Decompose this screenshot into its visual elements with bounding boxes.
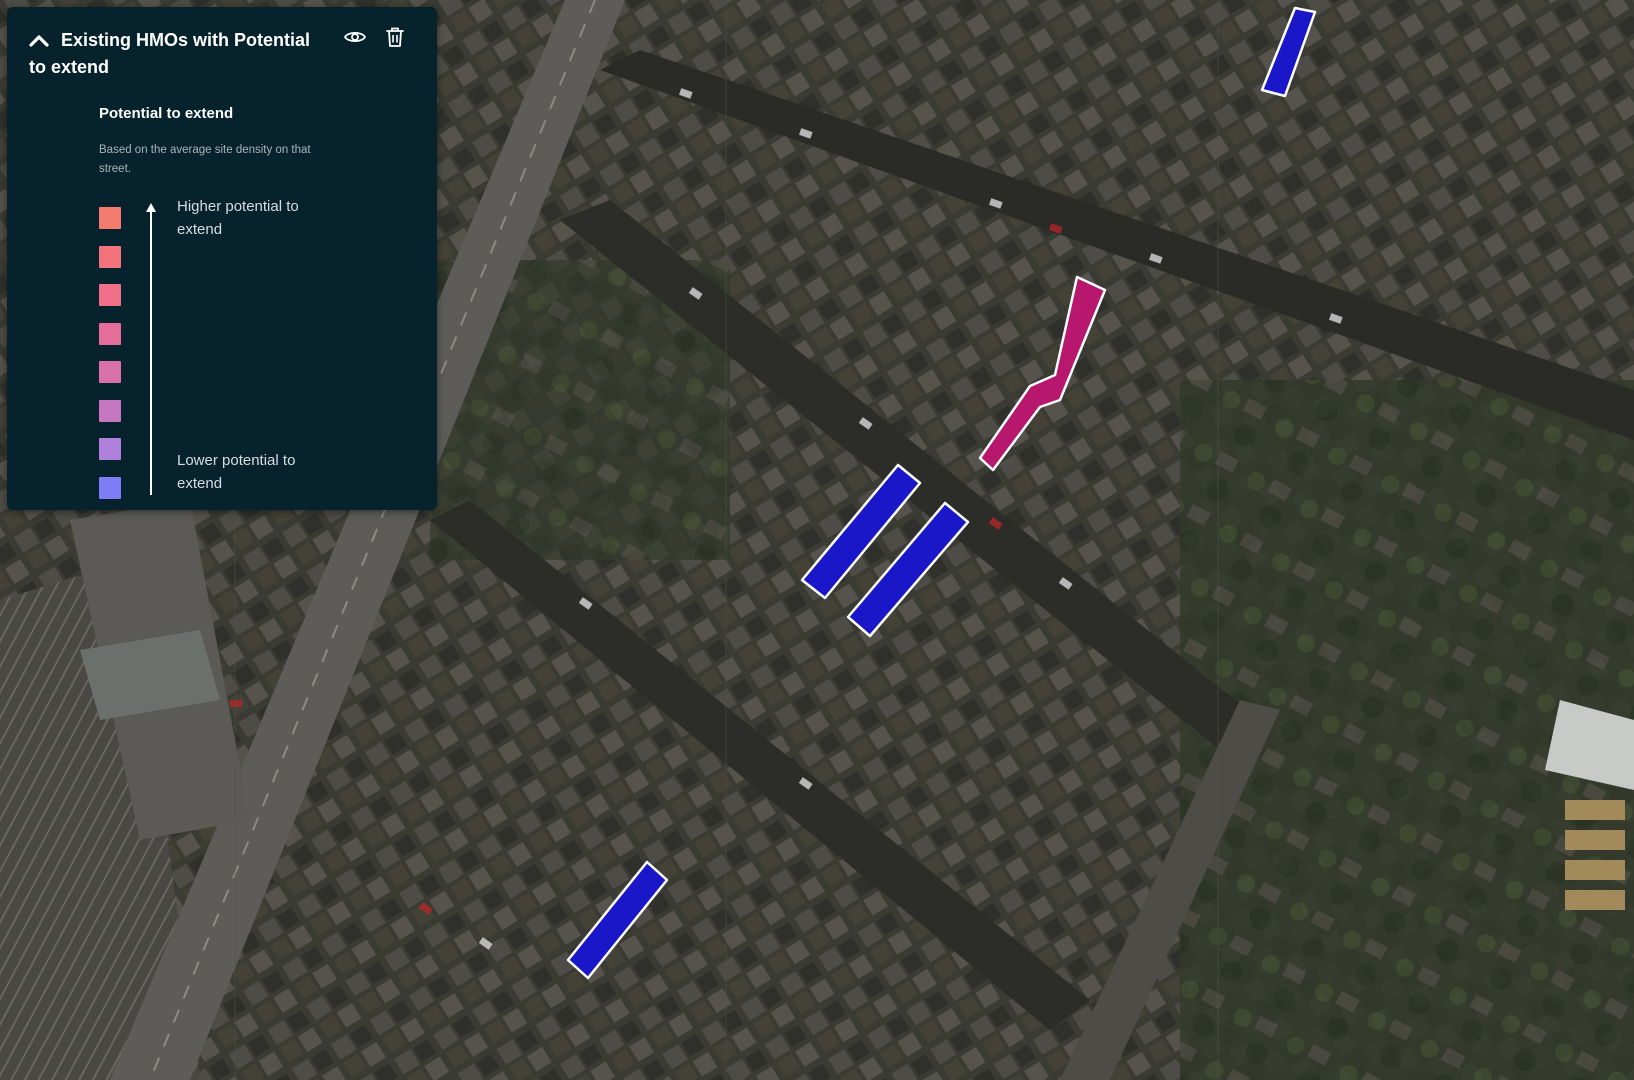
legend-swatch — [99, 438, 121, 460]
legend-swatch — [99, 322, 121, 345]
layer-legend-panel: Existing HMOs with Potential to extend P… — [7, 7, 437, 510]
arrow-up-icon — [146, 203, 156, 495]
legend-description: Based on the average site density on tha… — [99, 144, 311, 175]
legend-swatch — [99, 245, 121, 268]
panel-header: Existing HMOs with Potential to extend — [29, 27, 349, 81]
layer-title: Existing HMOs with Potential to extend — [29, 30, 311, 77]
trash-icon[interactable] — [383, 25, 407, 49]
chevron-up-icon[interactable] — [29, 33, 49, 47]
legend-high-label: Higher potential to extend — [177, 198, 299, 238]
eye-icon[interactable] — [343, 25, 367, 49]
legend-swatch — [99, 207, 121, 229]
legend-heading: Potential to extend — [99, 105, 234, 122]
legend-low-label: Lower potential to extend — [177, 452, 296, 492]
legend-swatch — [99, 476, 121, 499]
legend-swatch — [99, 361, 121, 383]
legend-swatch — [99, 399, 121, 422]
legend-swatch — [99, 284, 121, 306]
